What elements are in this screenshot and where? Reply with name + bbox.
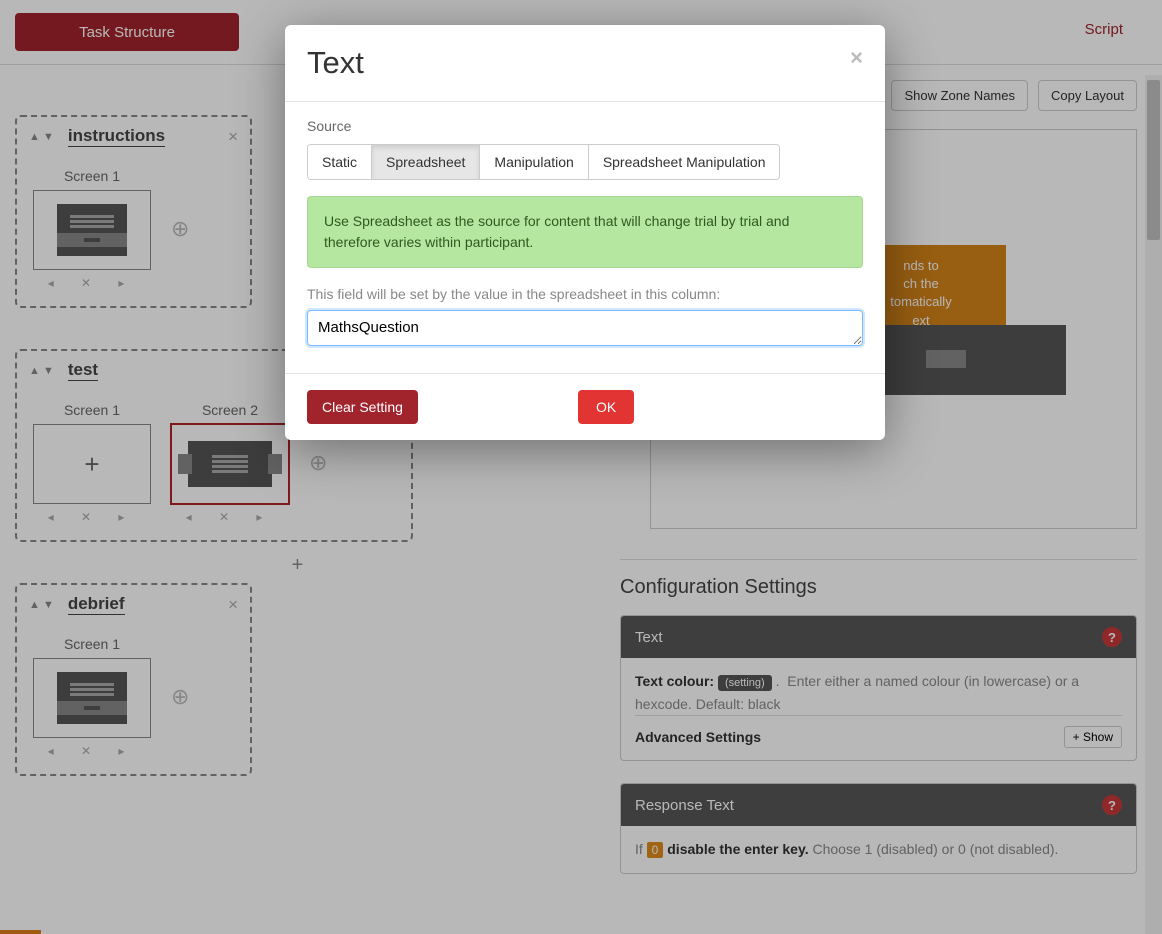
close-icon[interactable]: ×	[850, 45, 863, 71]
ok-button[interactable]: OK	[578, 390, 634, 424]
spreadsheet-hint: Use Spreadsheet as the source for conten…	[307, 196, 863, 268]
source-tabs: Static Spreadsheet Manipulation Spreadsh…	[307, 144, 780, 180]
source-label: Source	[307, 118, 863, 134]
column-input[interactable]: MathsQuestion	[307, 310, 863, 346]
tab-spreadsheet[interactable]: Spreadsheet	[372, 145, 480, 179]
tab-spreadsheet-manipulation[interactable]: Spreadsheet Manipulation	[589, 145, 780, 179]
tab-static[interactable]: Static	[308, 145, 372, 179]
text-modal: Text × Source Static Spreadsheet Manipul…	[285, 25, 885, 440]
modal-title: Text	[307, 45, 364, 81]
column-field-label: This field will be set by the value in t…	[307, 286, 863, 302]
clear-setting-button[interactable]: Clear Setting	[307, 390, 418, 424]
tab-manipulation[interactable]: Manipulation	[480, 145, 588, 179]
